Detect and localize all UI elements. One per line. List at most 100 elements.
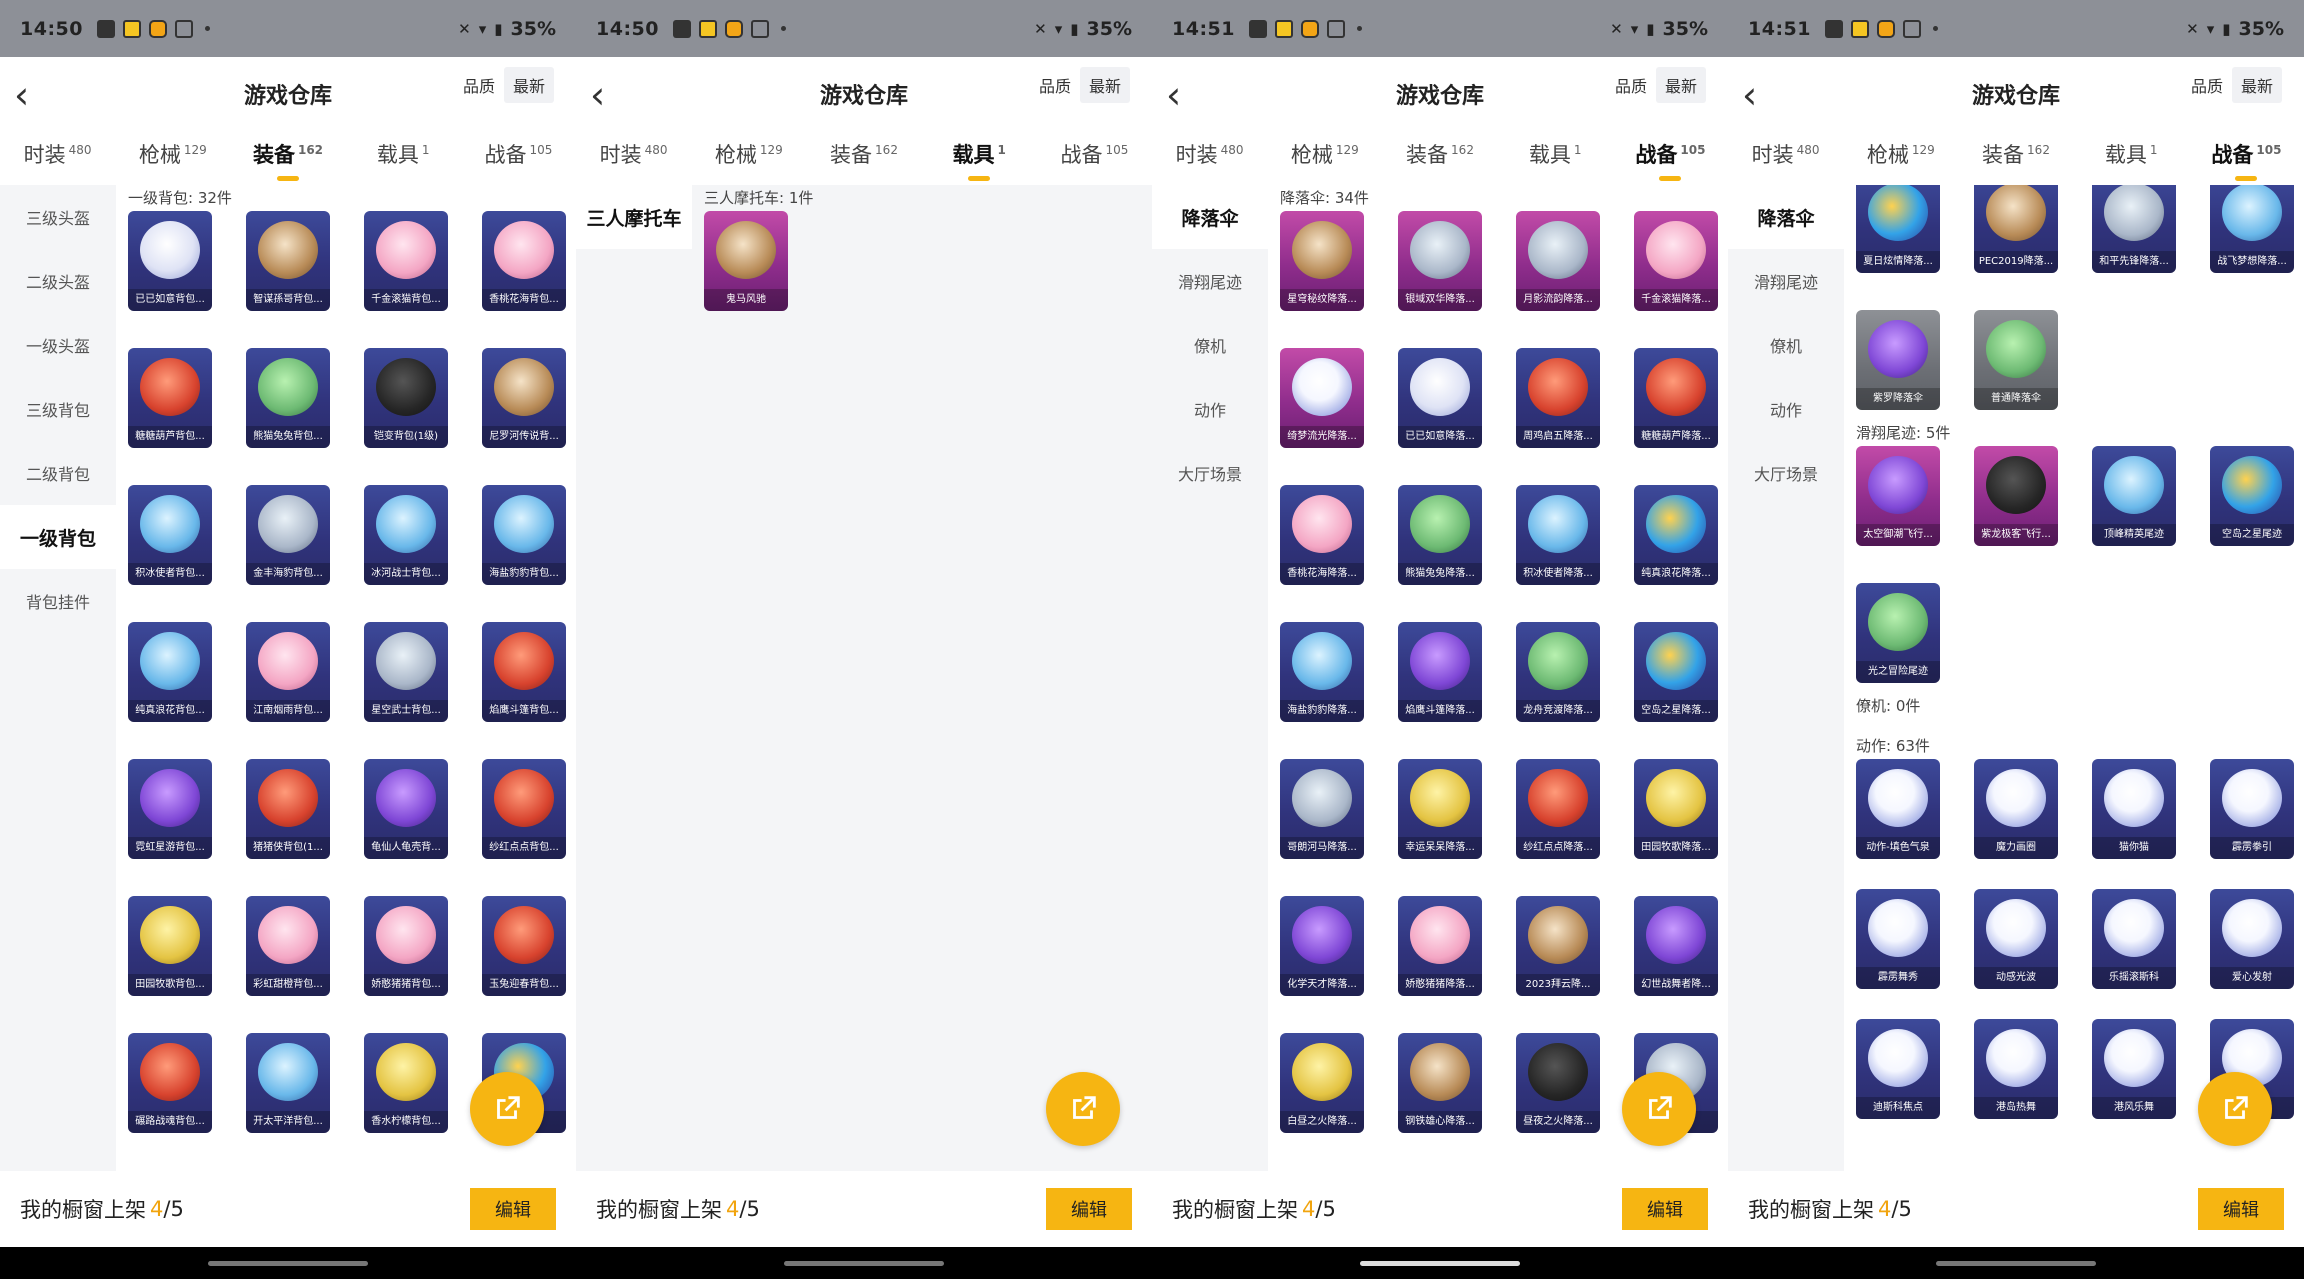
item-card[interactable]: 千金滚猫背包... xyxy=(364,211,448,311)
item-card[interactable]: 纱红点点降落... xyxy=(1516,759,1600,859)
item-card[interactable]: 幸运呆呆降落... xyxy=(1398,759,1482,859)
sidebar-item-lv3-backpack[interactable]: 三级背包 xyxy=(0,377,116,441)
item-card[interactable]: 月影流韵降落... xyxy=(1516,211,1600,311)
tab-vehicles[interactable]: 载具 1 xyxy=(346,137,461,185)
item-card[interactable]: 冰河战士背包... xyxy=(364,485,448,585)
item-card[interactable]: 香桃花海背包... xyxy=(482,211,566,311)
item-card[interactable]: 娇憨猪猪背包... xyxy=(364,896,448,996)
item-card[interactable]: 港岛热舞 xyxy=(1974,1019,2058,1119)
item-card[interactable]: 碾路战魂背包... xyxy=(128,1033,212,1133)
sidebar-item-glide-trail[interactable]: 滑翔尾迹 xyxy=(1152,249,1268,313)
item-card[interactable]: 钢铁雄心降落... xyxy=(1398,1033,1482,1133)
tab-fashion[interactable]: 时装 480 xyxy=(0,137,115,185)
tab-combat-gear[interactable]: 战备 105 xyxy=(461,137,576,185)
tab-vehicles[interactable]: 载具 1 xyxy=(922,137,1037,185)
item-card[interactable]: 霹雳拳引 xyxy=(2210,759,2294,859)
sidebar-item-lv3-helmet[interactable]: 三级头盔 xyxy=(0,185,116,249)
tab-combat-gear[interactable]: 战备 105 xyxy=(1037,137,1152,185)
item-card[interactable]: 鬼马风驰 xyxy=(704,211,788,311)
item-card[interactable]: 熊猫兔兔降落... xyxy=(1398,485,1482,585)
home-gesture-bar[interactable] xyxy=(208,1261,368,1266)
item-card[interactable]: 霹雳舞秀 xyxy=(1856,889,1940,989)
item-card[interactable]: 魔力画圈 xyxy=(1974,759,2058,859)
item-card[interactable]: 焰鹰斗篷背包... xyxy=(482,622,566,722)
home-gesture-bar[interactable] xyxy=(784,1261,944,1266)
item-card[interactable]: 顶峰精英尾迹 xyxy=(2092,446,2176,546)
item-card[interactable]: 彩虹甜橙背包... xyxy=(246,896,330,996)
item-card[interactable]: 动作-填色气泉 xyxy=(1856,759,1940,859)
item-card[interactable]: 铠变背包(1级) xyxy=(364,348,448,448)
item-card[interactable]: 千金滚猫降落... xyxy=(1634,211,1718,311)
sort-latest-button[interactable]: 最新 xyxy=(1080,67,1130,103)
tab-equipment[interactable]: 装备 162 xyxy=(1382,137,1497,185)
tab-fashion[interactable]: 时装 480 xyxy=(576,137,691,185)
sidebar-item-lv2-backpack[interactable]: 二级背包 xyxy=(0,441,116,505)
item-card[interactable]: 海盐豹豹背包... xyxy=(482,485,566,585)
sort-quality-button[interactable]: 品质 xyxy=(1030,67,1080,103)
sort-latest-button[interactable]: 最新 xyxy=(504,67,554,103)
sidebar-item-parachute[interactable]: 降落伞 xyxy=(1728,185,1844,249)
item-card[interactable]: 田园牧歌降落... xyxy=(1634,759,1718,859)
sidebar-item-parachute[interactable]: 降落伞 xyxy=(1152,185,1268,249)
share-button[interactable] xyxy=(1046,1072,1120,1146)
item-card[interactable]: 紫龙极客飞行... xyxy=(1974,446,2058,546)
item-card[interactable]: 香桃花海降落... xyxy=(1280,485,1364,585)
item-card[interactable]: 猫你猫 xyxy=(2092,759,2176,859)
sort-quality-button[interactable]: 品质 xyxy=(1606,67,1656,103)
item-card[interactable]: 昼夜之火降落... xyxy=(1516,1033,1600,1133)
item-card[interactable]: 光之冒险尾迹 xyxy=(1856,583,1940,683)
item-card[interactable]: 香水柠檬背包... xyxy=(364,1033,448,1133)
sort-quality-button[interactable]: 品质 xyxy=(2182,67,2232,103)
sidebar-item-lobby-scene[interactable]: 大厅场景 xyxy=(1728,441,1844,505)
item-card[interactable]: 普通降落伞 xyxy=(1974,310,2058,410)
item-card[interactable]: PEC2019降落... xyxy=(1974,185,2058,273)
item-card[interactable]: 焰鹰斗篷降落... xyxy=(1398,622,1482,722)
edit-button[interactable]: 编辑 xyxy=(470,1188,556,1230)
tab-combat-gear[interactable]: 战备 105 xyxy=(2189,137,2304,185)
item-card[interactable]: 化学天才降落... xyxy=(1280,896,1364,996)
item-card[interactable]: 开太平洋背包... xyxy=(246,1033,330,1133)
sort-quality-button[interactable]: 品质 xyxy=(454,67,504,103)
edit-button[interactable]: 编辑 xyxy=(2198,1188,2284,1230)
item-card[interactable]: 糖糖葫芦降落... xyxy=(1634,348,1718,448)
item-card[interactable]: 银域双华降落... xyxy=(1398,211,1482,311)
share-button[interactable] xyxy=(470,1072,544,1146)
tab-weapons[interactable]: 枪械 129 xyxy=(691,137,806,185)
item-card[interactable]: 空岛之星尾迹 xyxy=(2210,446,2294,546)
item-card[interactable]: 乐摇滚斯科 xyxy=(2092,889,2176,989)
item-card[interactable]: 哥朗河马降落... xyxy=(1280,759,1364,859)
item-card[interactable]: 江南烟雨背包... xyxy=(246,622,330,722)
tab-combat-gear[interactable]: 战备 105 xyxy=(1613,137,1728,185)
item-card[interactable]: 龙舟竞渡降落... xyxy=(1516,622,1600,722)
tab-fashion[interactable]: 时装 480 xyxy=(1152,137,1267,185)
item-card[interactable]: 田园牧歌背包... xyxy=(128,896,212,996)
item-card[interactable]: 玉兔迎春背包... xyxy=(482,896,566,996)
item-card[interactable]: 周鸡启五降落... xyxy=(1516,348,1600,448)
sidebar-item-glide-trail[interactable]: 滑翔尾迹 xyxy=(1728,249,1844,313)
edit-button[interactable]: 编辑 xyxy=(1622,1188,1708,1230)
share-button[interactable] xyxy=(2198,1072,2272,1146)
item-card[interactable]: 霓虹星游背包... xyxy=(128,759,212,859)
item-card[interactable]: 战飞梦想降落... xyxy=(2210,185,2294,273)
tab-weapons[interactable]: 枪械 129 xyxy=(1843,137,1958,185)
item-card[interactable]: 积冰使者背包... xyxy=(128,485,212,585)
sidebar-item-emote[interactable]: 动作 xyxy=(1728,377,1844,441)
item-card[interactable]: 尼罗河传说背... xyxy=(482,348,566,448)
item-card[interactable]: 港风乐舞 xyxy=(2092,1019,2176,1119)
item-card[interactable]: 白昼之火降落... xyxy=(1280,1033,1364,1133)
item-card[interactable]: 星空武士背包... xyxy=(364,622,448,722)
item-card[interactable]: 海盐豹豹降落... xyxy=(1280,622,1364,722)
item-card[interactable]: 2023拜云降... xyxy=(1516,896,1600,996)
item-card[interactable]: 糖糖葫芦背包... xyxy=(128,348,212,448)
item-card[interactable]: 金丰海豹背包... xyxy=(246,485,330,585)
sort-latest-button[interactable]: 最新 xyxy=(2232,67,2282,103)
home-gesture-bar[interactable] xyxy=(1936,1261,2096,1266)
sidebar-item-lobby-scene[interactable]: 大厅场景 xyxy=(1152,441,1268,505)
tab-vehicles[interactable]: 载具 1 xyxy=(2074,137,2189,185)
sidebar-item-wingman[interactable]: 僚机 xyxy=(1728,313,1844,377)
item-card[interactable]: 积冰使者降落... xyxy=(1516,485,1600,585)
item-card[interactable]: 智谋孫哥背包... xyxy=(246,211,330,311)
home-gesture-bar[interactable] xyxy=(1360,1261,1520,1266)
sidebar-item-three-seat-moto[interactable]: 三人摩托车 xyxy=(576,185,692,249)
share-button[interactable] xyxy=(1622,1072,1696,1146)
